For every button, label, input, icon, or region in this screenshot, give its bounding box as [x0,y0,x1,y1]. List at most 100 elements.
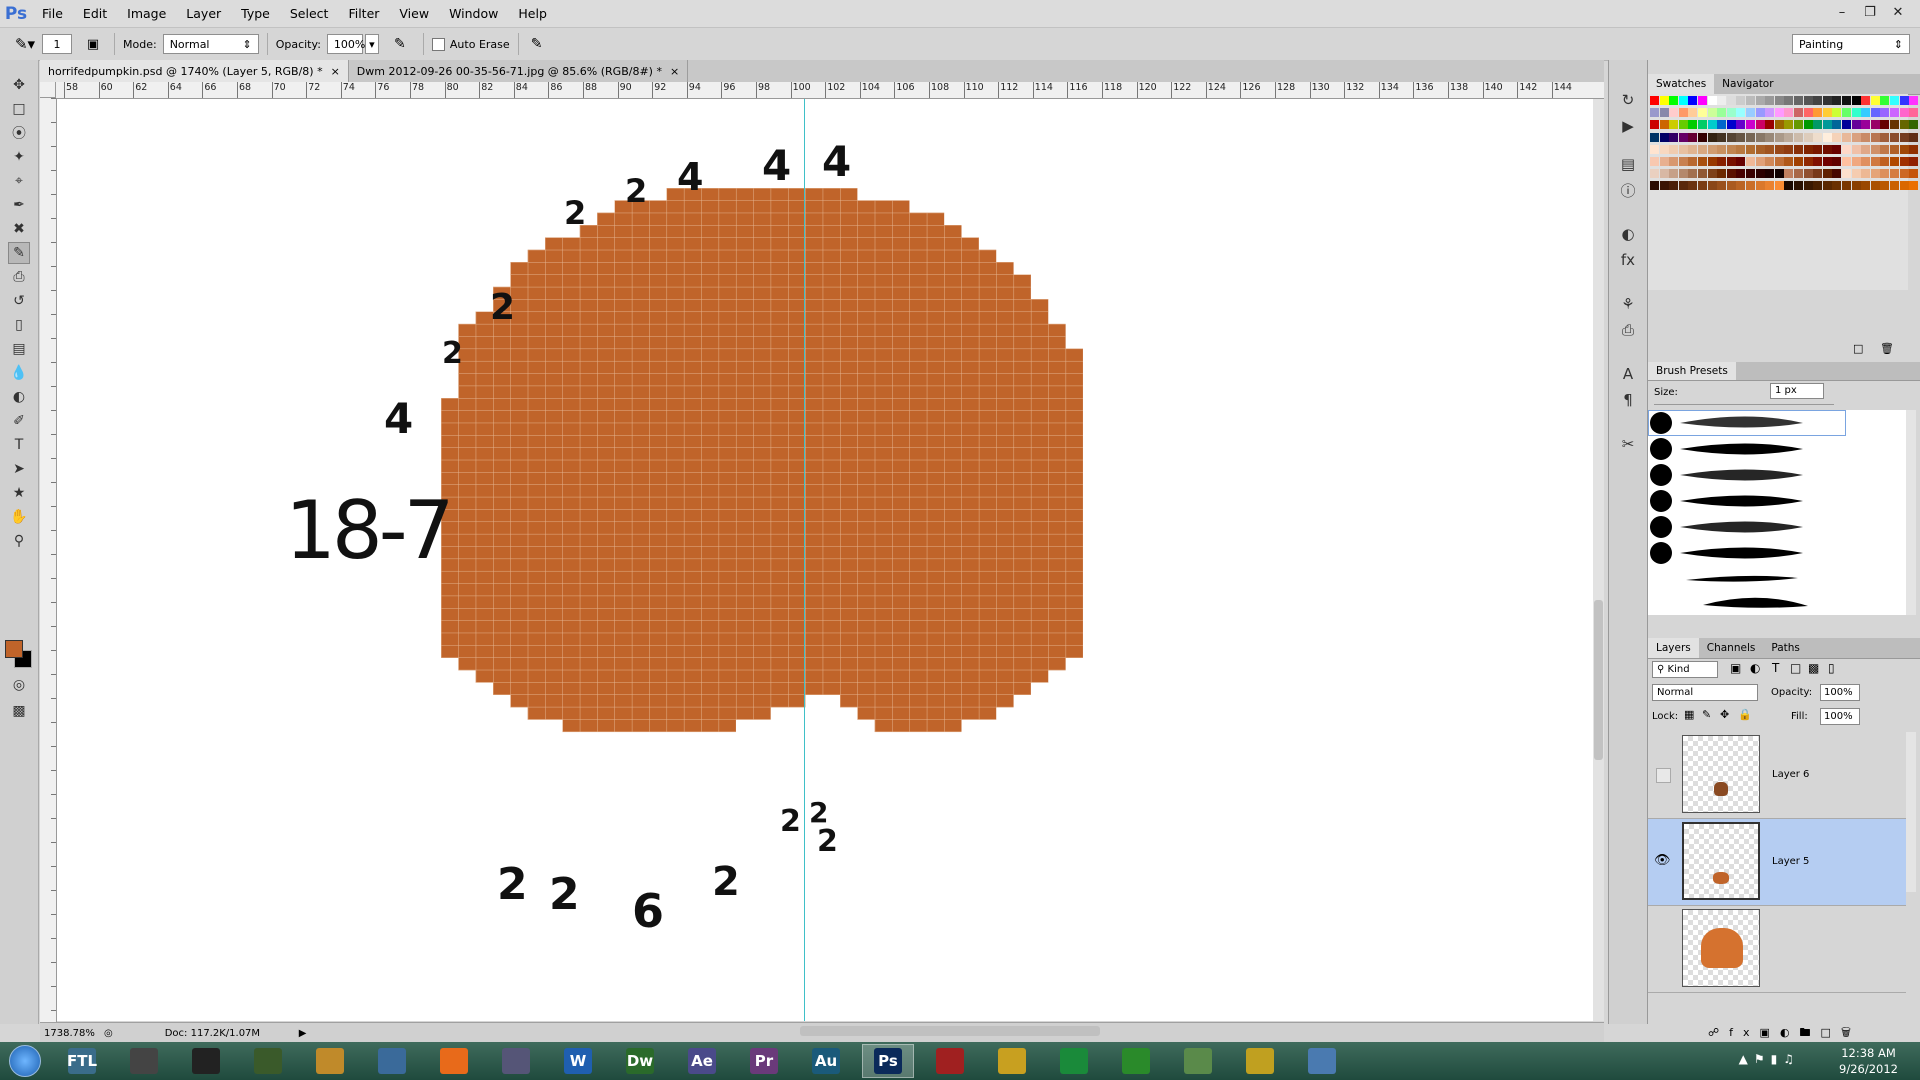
color-swatch[interactable] [1698,96,1707,105]
menu-view[interactable]: View [389,0,439,27]
color-swatch[interactable] [1909,157,1919,166]
color-swatch[interactable] [1726,132,1736,142]
color-swatch[interactable] [1851,144,1861,154]
eye-icon[interactable]: 👁 [1654,853,1671,868]
filter-pixel-icon[interactable]: ▣ [1730,661,1741,675]
dodge-tool-icon[interactable]: ◐ [8,386,30,408]
marquee-tool-icon[interactable]: □ [8,98,30,120]
tab-swatches[interactable]: Swatches [1648,74,1715,94]
taskbar-app-icon[interactable] [1110,1044,1162,1078]
layers-scrollbar[interactable] [1906,732,1916,892]
color-swatch[interactable] [1813,169,1823,179]
color-swatch[interactable] [1794,132,1803,142]
color-swatch[interactable] [1650,96,1659,105]
color-swatch[interactable] [1707,169,1717,179]
properties-icon[interactable]: ▤ [1618,154,1638,174]
color-swatch[interactable] [1851,132,1861,142]
color-swatch[interactable] [1899,96,1909,105]
color-swatch[interactable] [1659,157,1669,166]
color-swatch[interactable] [1669,157,1679,166]
color-swatch[interactable] [1736,144,1746,154]
color-swatch[interactable] [1784,181,1794,191]
move-tool-icon[interactable]: ✥ [8,74,30,96]
color-swatch[interactable] [1726,181,1736,191]
color-swatch[interactable] [1861,132,1871,142]
color-swatch[interactable] [1861,120,1871,130]
color-swatch[interactable] [1832,120,1842,130]
tab-brush-presets[interactable]: Brush Presets [1648,362,1736,380]
color-swatch[interactable] [1880,108,1890,118]
ruler-vertical[interactable] [40,98,57,1024]
color-swatch[interactable] [1784,157,1794,166]
color-swatch[interactable] [1774,108,1784,118]
crop-tool-icon[interactable]: ⌖ [8,170,30,192]
color-swatch[interactable] [1832,169,1842,179]
color-swatch[interactable] [1707,181,1717,191]
brush-size-picker[interactable]: 1 [42,34,72,54]
color-swatch[interactable] [1870,181,1880,191]
clock[interactable]: 12:38 AM 9/26/2012 [1839,1045,1898,1077]
pencil-tool-preset-icon[interactable]: ✎▾ [8,35,42,53]
lock-position-icon[interactable]: ✥ [1720,708,1729,721]
horizontal-scroll-thumb[interactable] [800,1026,1100,1036]
color-swatch[interactable] [1707,120,1717,130]
color-swatch[interactable] [1813,108,1823,118]
color-swatch[interactable] [1890,108,1899,118]
clone-stamp-tool-icon[interactable]: ⎙ [8,266,30,288]
color-swatch[interactable] [1707,132,1717,142]
color-swatch[interactable] [1803,181,1813,191]
color-swatch[interactable] [1870,108,1880,118]
layer-row-layer-6[interactable]: Layer 6 [1648,732,1906,819]
screen-mode-icon[interactable]: ▩ [8,700,30,722]
color-swatch[interactable] [1755,120,1765,130]
taskbar-app-icon[interactable]: Dw [614,1044,666,1078]
color-swatch[interactable] [1746,157,1755,166]
color-swatch[interactable] [1861,181,1871,191]
taskbar-app-icon[interactable]: Ps [862,1044,914,1078]
color-swatch[interactable] [1899,144,1909,154]
color-swatch[interactable] [1909,132,1919,142]
lasso-tool-icon[interactable]: ⦿ [8,122,30,144]
color-swatch[interactable] [1717,157,1727,166]
color-swatch[interactable] [1870,96,1880,105]
color-swatch[interactable] [1861,144,1871,154]
taskbar-app-icon[interactable] [180,1044,232,1078]
color-swatch[interactable] [1726,169,1736,179]
paragraph-icon[interactable]: ¶ [1618,390,1638,410]
healing-brush-tool-icon[interactable]: ✖ [8,218,30,240]
taskbar-app-icon[interactable]: W [552,1044,604,1078]
color-swatch[interactable] [1842,108,1851,118]
color-swatch[interactable] [1861,157,1871,166]
color-swatch[interactable] [1899,120,1909,130]
filter-smart-object-icon[interactable]: ▩ [1808,661,1819,675]
color-swatch[interactable] [1794,144,1803,154]
color-swatch[interactable] [1755,96,1765,105]
tab-dwm-screenshot[interactable]: Dwm 2012-09-26 00-35-56-71.jpg @ 85.6% (… [349,60,689,82]
brush-list-scrollbar[interactable] [1906,410,1916,615]
color-swatch[interactable] [1717,108,1727,118]
quick-mask-icon[interactable]: ◎ [8,674,30,696]
color-swatch[interactable] [1726,108,1736,118]
delete-swatch-icon[interactable]: 🗑 [1880,342,1894,355]
color-swatch[interactable] [1870,144,1880,154]
color-swatch[interactable] [1870,120,1880,130]
color-swatch[interactable] [1755,108,1765,118]
color-swatch[interactable] [1851,181,1861,191]
filter-type-icon[interactable]: T [1772,661,1779,675]
menu-window[interactable]: Window [439,0,508,27]
group-icon[interactable]: 🖿 [1800,1026,1821,1039]
tab-paths[interactable]: Paths [1763,638,1808,658]
status-menu-arrow-icon[interactable]: ▶ [299,1028,307,1039]
color-swatch[interactable] [1659,120,1669,130]
tool-presets-icon[interactable]: ✂ [1618,434,1638,454]
path-selection-tool-icon[interactable]: ➤ [8,458,30,480]
eyedropper-tool-icon[interactable]: ✒ [8,194,30,216]
zoom-level[interactable]: 1738.78% [44,1028,98,1039]
color-swatch[interactable] [1755,157,1765,166]
restore-icon[interactable]: ❐ [1858,2,1882,22]
color-swatch[interactable] [1746,120,1755,130]
layer-opacity-input[interactable]: 100% [1820,684,1860,701]
menu-edit[interactable]: Edit [73,0,117,27]
taskbar-app-icon[interactable] [490,1044,542,1078]
color-swatch[interactable] [1650,144,1659,154]
